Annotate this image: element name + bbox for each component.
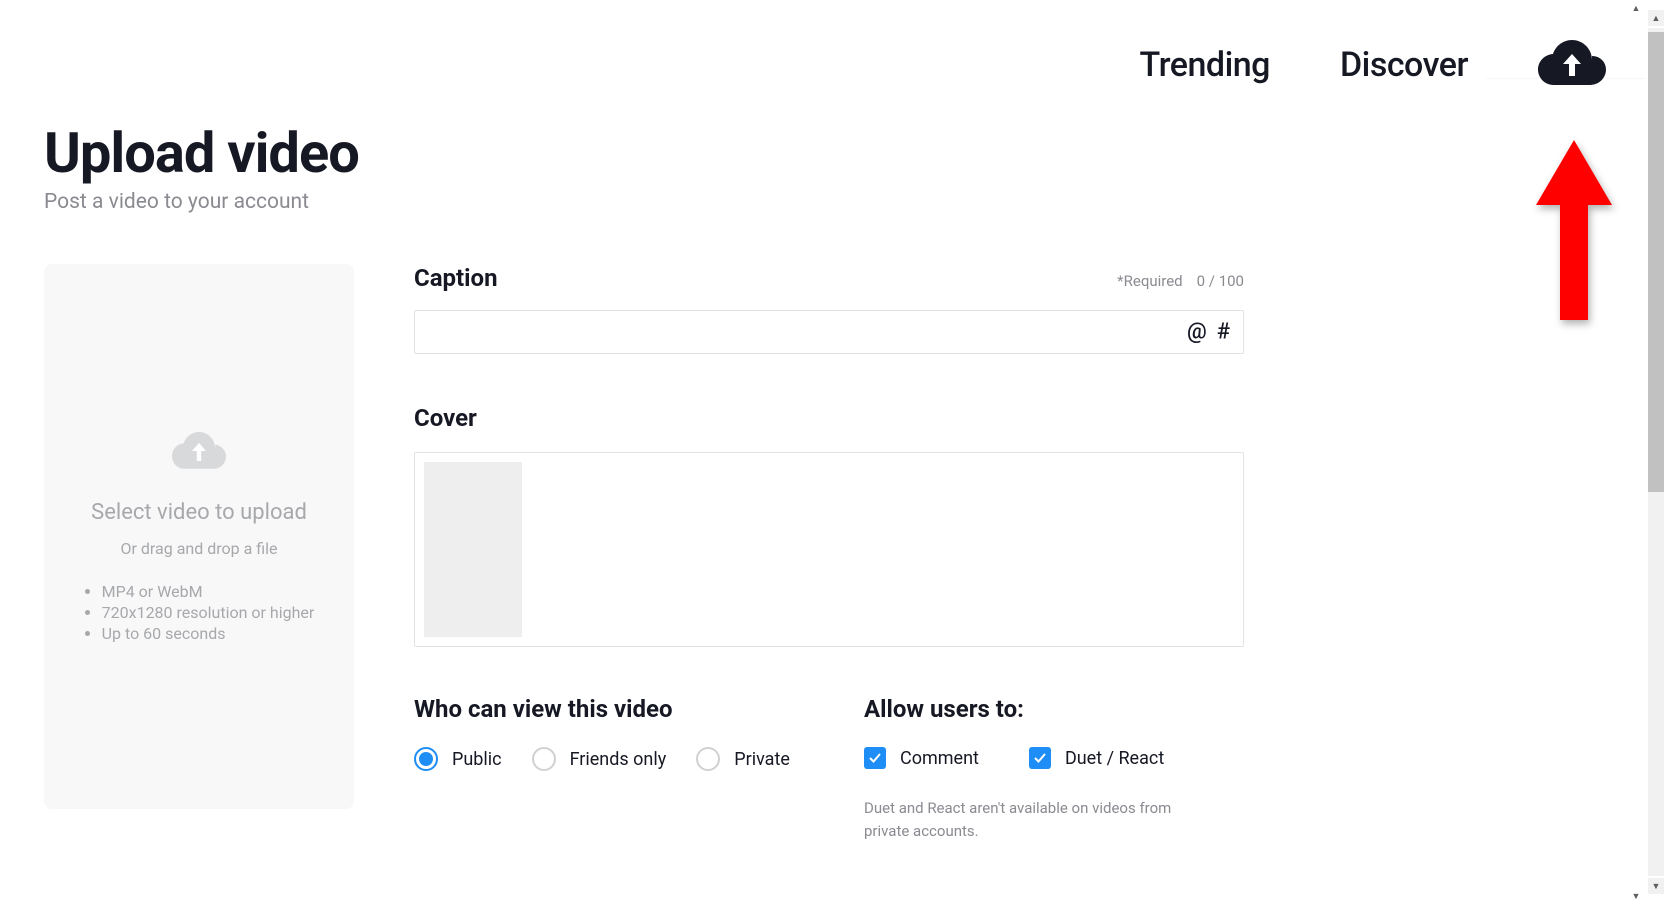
top-nav: Trending Discover (1140, 40, 1606, 90)
nav-discover[interactable]: Discover (1340, 45, 1468, 85)
cover-thumbnail[interactable] (424, 462, 522, 637)
checkbox-icon (864, 747, 886, 769)
allow-options: Comment Duet / React (864, 747, 1244, 769)
scrollbar-thumb[interactable] (1648, 32, 1664, 492)
annotation-arrow-icon (1534, 140, 1614, 320)
upload-req-item: Up to 60 seconds (102, 624, 315, 643)
cloud-upload-gray-icon (172, 432, 226, 472)
radio-icon (532, 747, 556, 771)
radio-label: Private (734, 749, 790, 770)
page-subtitle: Post a video to your account (44, 190, 1244, 214)
checkbox-icon (1029, 747, 1051, 769)
checkbox-label: Duet / React (1065, 748, 1164, 769)
allow-comment[interactable]: Comment (864, 747, 979, 769)
caption-required: *Required (1117, 272, 1182, 290)
allow-duet-react[interactable]: Duet / React (1029, 747, 1164, 769)
upload-button[interactable] (1538, 40, 1606, 90)
allow-note: Duet and React aren't available on video… (864, 797, 1204, 842)
upload-requirements: MP4 or WebM 720x1280 resolution or highe… (84, 582, 315, 645)
main-content: Upload video Post a video to your accoun… (44, 120, 1244, 842)
scroll-down-button[interactable]: ▼ (1648, 878, 1664, 894)
visibility-public[interactable]: Public (414, 747, 502, 771)
hashtag-icon[interactable]: # (1217, 320, 1230, 345)
upload-req-item: 720x1280 resolution or higher (102, 603, 315, 622)
outer-scroll-up-icon: ▲ (1628, 0, 1644, 16)
page-title: Upload video (44, 120, 1244, 186)
visibility-heading: Who can view this video (414, 695, 864, 723)
radio-label: Friends only (570, 749, 667, 770)
nav-trending[interactable]: Trending (1140, 45, 1270, 85)
visibility-private[interactable]: Private (696, 747, 790, 771)
cloud-upload-icon (1538, 40, 1606, 90)
radio-icon (414, 747, 438, 771)
allow-heading: Allow users to: (864, 695, 1244, 723)
checkbox-label: Comment (900, 748, 979, 769)
upload-title: Select video to upload (91, 500, 307, 525)
radio-label: Public (452, 749, 502, 770)
caption-input[interactable] (414, 310, 1244, 354)
mention-icon[interactable]: @ (1187, 320, 1207, 345)
video-upload-dropzone[interactable]: Select video to upload Or drag and drop … (44, 264, 354, 809)
caption-counter: 0 / 100 (1197, 272, 1244, 290)
visibility-friends[interactable]: Friends only (532, 747, 667, 771)
cover-label: Cover (414, 404, 1244, 432)
radio-icon (696, 747, 720, 771)
scroll-up-button[interactable]: ▲ (1648, 10, 1664, 26)
cover-selector[interactable] (414, 452, 1244, 647)
upload-req-item: MP4 or WebM (102, 582, 315, 601)
outer-scroll-down-icon: ▼ (1628, 888, 1644, 904)
caption-label: Caption (414, 264, 498, 292)
visibility-options: Public Friends only Private (414, 747, 864, 771)
upload-drag-text: Or drag and drop a file (121, 539, 278, 558)
